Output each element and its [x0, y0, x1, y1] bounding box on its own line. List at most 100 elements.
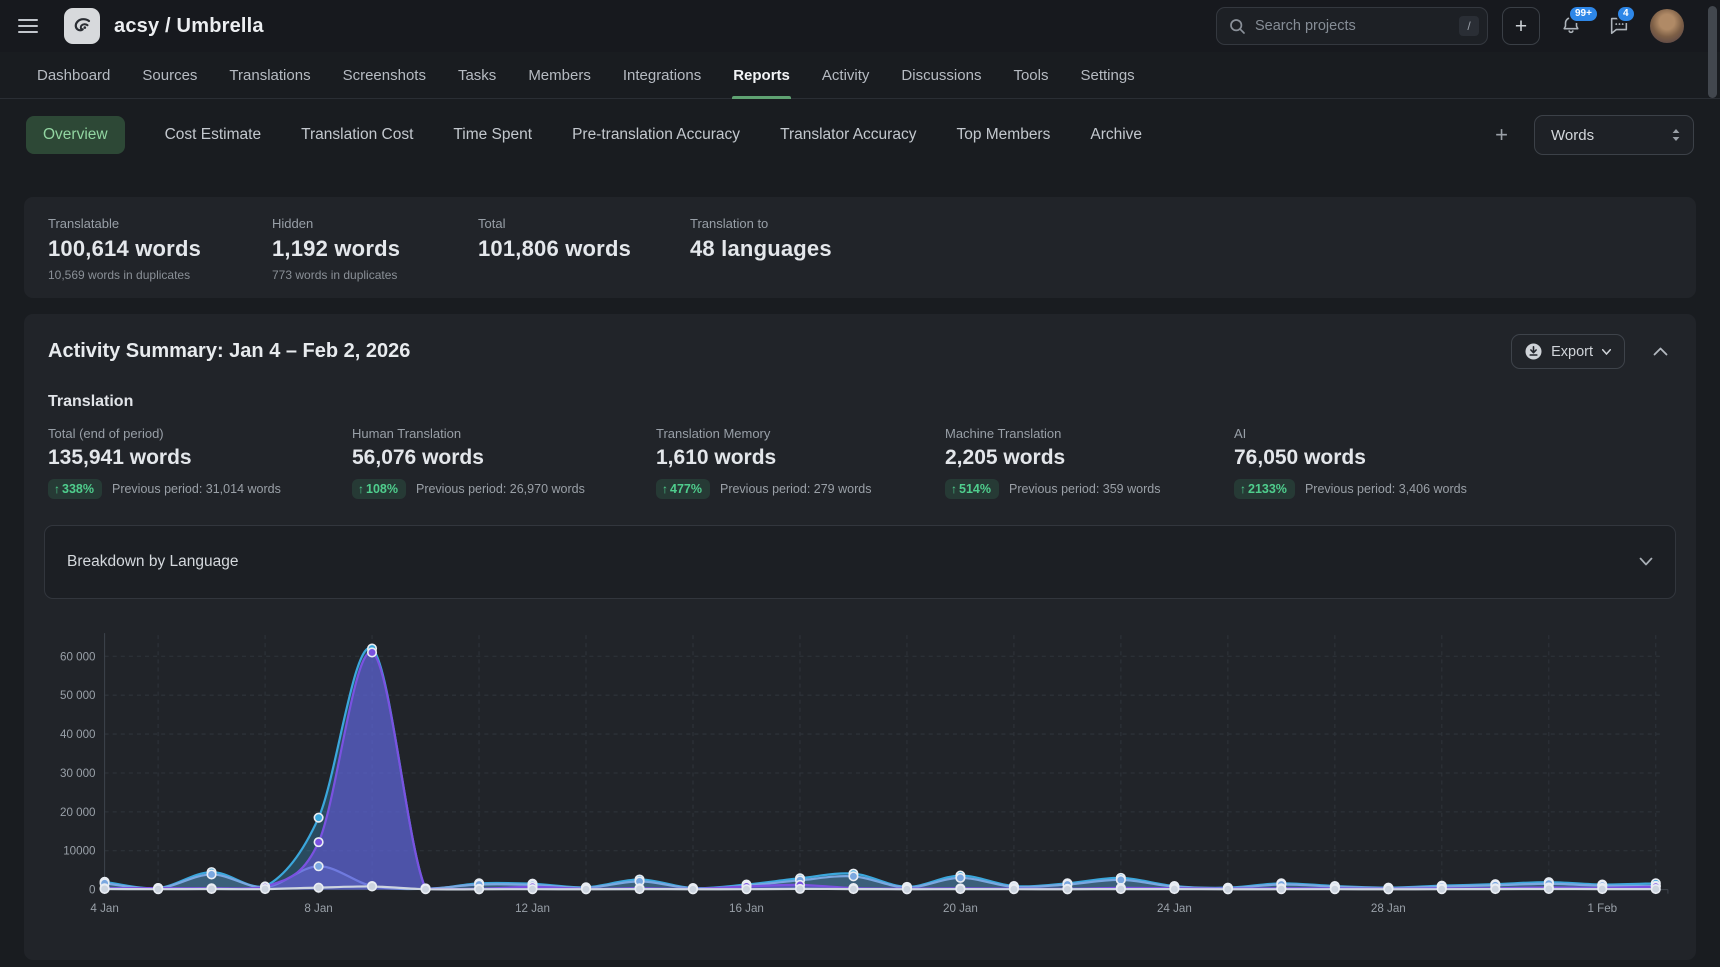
stat-translation-to: Translation to 48 languages	[690, 216, 832, 282]
metric-label: Human Translation	[352, 426, 656, 441]
summary-card: Translatable 100,614 words 10,569 words …	[24, 197, 1696, 298]
subnav-tab-archive[interactable]: Archive	[1090, 126, 1142, 144]
messages-count-badge: 4	[1616, 5, 1636, 23]
arrow-up-icon: ↑	[1240, 482, 1246, 496]
crowdin-logo-icon	[64, 8, 100, 44]
previous-period-text: Previous period: 3,406 words	[1305, 482, 1467, 496]
svg-text:50 000: 50 000	[60, 689, 96, 702]
metric-label: Total (end of period)	[48, 426, 352, 441]
search-input[interactable]	[1255, 18, 1459, 34]
collapse-section-button[interactable]	[1649, 340, 1672, 363]
svg-text:12 Jan: 12 Jan	[515, 902, 550, 915]
metric-value: 2,205 words	[945, 446, 1234, 470]
notifications-button[interactable]: 99+	[1554, 9, 1588, 43]
nav-tab-screenshots[interactable]: Screenshots	[342, 52, 427, 98]
topbar: acsy / Umbrella / + 99+ 4	[0, 0, 1720, 52]
subnav-tab-top-members[interactable]: Top Members	[956, 126, 1050, 144]
stat-hidden: Hidden 1,192 words 773 words in duplicat…	[272, 216, 478, 282]
nav-tab-members[interactable]: Members	[527, 52, 592, 98]
metric-machine-translation: Machine Translation 2,205 words ↑514% Pr…	[945, 426, 1234, 499]
metric-translation-memory: Translation Memory 1,610 words ↑477% Pre…	[656, 426, 945, 499]
subnav-tab-time-spent[interactable]: Time Spent	[453, 126, 532, 144]
bell-icon	[1560, 24, 1582, 39]
select-arrows-icon	[1671, 128, 1681, 142]
svg-text:1 Feb: 1 Feb	[1587, 902, 1617, 915]
breakdown-by-language-label: Breakdown by Language	[67, 553, 239, 571]
search-shortcut-badge: /	[1459, 16, 1479, 36]
metric-ai: AI 76,050 words ↑2133% Previous period: …	[1234, 426, 1467, 499]
activity-chart-container: 01000020 00030 00040 00050 00060 0004 Ja…	[44, 625, 1676, 930]
create-project-button[interactable]: +	[1502, 7, 1540, 45]
stat-label: Translatable	[48, 216, 272, 231]
subnav-tab-pretranslation-accuracy[interactable]: Pre-translation Accuracy	[572, 126, 740, 144]
nav-tab-tasks[interactable]: Tasks	[457, 52, 497, 98]
stat-value: 100,614 words	[48, 236, 272, 262]
stat-total: Total 101,806 words	[478, 216, 690, 282]
metric-label: Machine Translation	[945, 426, 1234, 441]
nav-tab-discussions[interactable]: Discussions	[900, 52, 982, 98]
svg-text:24 Jan: 24 Jan	[1157, 902, 1192, 915]
stat-translatable: Translatable 100,614 words 10,569 words …	[48, 216, 272, 282]
nav-tab-integrations[interactable]: Integrations	[622, 52, 702, 98]
stat-label: Total	[478, 216, 690, 231]
previous-period-text: Previous period: 359 words	[1009, 482, 1160, 496]
add-report-button[interactable]: +	[1495, 124, 1508, 146]
svg-text:28 Jan: 28 Jan	[1371, 902, 1406, 915]
translation-metrics: Total (end of period) 135,941 words ↑338…	[48, 426, 1672, 499]
subnav-tab-translation-cost[interactable]: Translation Cost	[301, 126, 413, 144]
change-badge: ↑2133%	[1234, 479, 1295, 499]
export-icon	[1525, 343, 1542, 360]
stat-label: Hidden	[272, 216, 478, 231]
search-box[interactable]: /	[1216, 7, 1488, 45]
change-badge: ↑514%	[945, 479, 999, 499]
nav-tab-tools[interactable]: Tools	[1012, 52, 1049, 98]
notifications-count-badge: 99+	[1568, 5, 1599, 23]
caret-down-icon	[1602, 349, 1611, 355]
translation-section-title: Translation	[48, 393, 1672, 411]
breakdown-by-language-panel[interactable]: Breakdown by Language	[44, 525, 1676, 599]
export-button[interactable]: Export	[1511, 334, 1625, 369]
svg-text:40 000: 40 000	[60, 728, 96, 741]
nav-tab-dashboard[interactable]: Dashboard	[36, 52, 111, 98]
avatar[interactable]	[1650, 9, 1684, 43]
menu-icon[interactable]	[18, 11, 48, 41]
svg-text:20 Jan: 20 Jan	[943, 902, 978, 915]
subnav-tab-overview[interactable]: Overview	[26, 116, 125, 154]
nav-tab-activity[interactable]: Activity	[821, 52, 871, 98]
change-badge: ↑338%	[48, 479, 102, 499]
previous-period-text: Previous period: 26,970 words	[416, 482, 585, 496]
svg-text:0: 0	[89, 884, 95, 897]
metric-value: 1,610 words	[656, 446, 945, 470]
nav-tab-settings[interactable]: Settings	[1079, 52, 1135, 98]
metric-value: 135,941 words	[48, 446, 352, 470]
activity-summary-card: Activity Summary: Jan 4 – Feb 2, 2026 Ex…	[24, 314, 1696, 960]
subnav-tab-translator-accuracy[interactable]: Translator Accuracy	[780, 126, 916, 144]
vertical-scrollbar[interactable]	[1708, 6, 1717, 98]
svg-text:4 Jan: 4 Jan	[90, 902, 118, 915]
change-badge: ↑477%	[656, 479, 710, 499]
chevron-up-icon	[1653, 344, 1668, 359]
reports-subnav: Overview Cost Estimate Translation Cost …	[0, 99, 1720, 171]
arrow-up-icon: ↑	[951, 482, 957, 496]
metric-value: 56,076 words	[352, 446, 656, 470]
unit-select-value: Words	[1551, 127, 1594, 144]
stat-value: 1,192 words	[272, 236, 478, 262]
metric-label: Translation Memory	[656, 426, 945, 441]
nav-tab-reports[interactable]: Reports	[732, 52, 791, 98]
messages-button[interactable]: 4	[1602, 9, 1636, 43]
stat-label: Translation to	[690, 216, 832, 231]
nav-tab-sources[interactable]: Sources	[141, 52, 198, 98]
nav-tab-translations[interactable]: Translations	[228, 52, 311, 98]
metric-human-translation: Human Translation 56,076 words ↑108% Pre…	[352, 426, 656, 499]
subnav-tab-cost-estimate[interactable]: Cost Estimate	[165, 126, 261, 144]
previous-period-text: Previous period: 279 words	[720, 482, 871, 496]
metric-value: 76,050 words	[1234, 446, 1467, 470]
stat-note: 773 words in duplicates	[272, 268, 478, 282]
svg-text:60 000: 60 000	[60, 650, 96, 663]
chat-icon	[1608, 24, 1630, 39]
svg-text:10000: 10000	[63, 845, 95, 858]
activity-summary-title: Activity Summary: Jan 4 – Feb 2, 2026	[48, 340, 410, 363]
previous-period-text: Previous period: 31,014 words	[112, 482, 281, 496]
unit-select[interactable]: Words	[1534, 115, 1694, 155]
main-nav: Dashboard Sources Translations Screensho…	[0, 52, 1720, 99]
